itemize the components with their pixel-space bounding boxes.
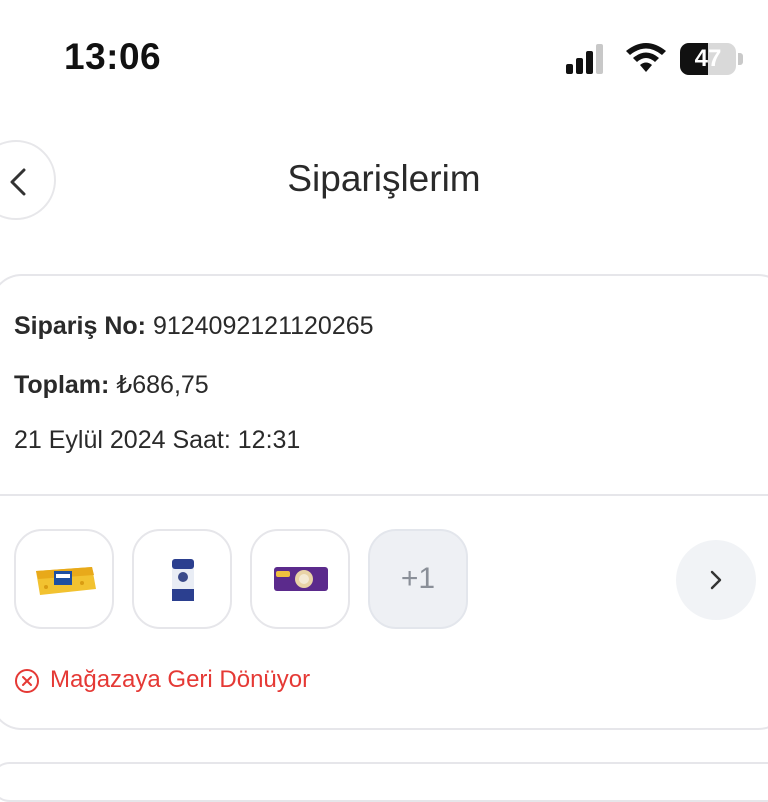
cellular-signal-icon <box>566 44 603 74</box>
order-number: Sipariş No: 9124092121120265 <box>14 312 374 341</box>
cancel-circle-icon <box>15 669 39 693</box>
order-number-value: 9124092121120265 <box>152 312 374 340</box>
next-order-card[interactable] <box>0 762 768 802</box>
chevron-right-icon <box>710 570 722 590</box>
battery-percent: 47 <box>694 45 722 72</box>
order-total-label: Toplam: <box>14 371 110 399</box>
product-thumbnail-cheese[interactable] <box>14 529 114 629</box>
wifi-icon <box>626 43 666 72</box>
order-number-label: Sipariş No: <box>14 312 146 340</box>
flour-bag-product-image <box>172 559 194 601</box>
cheese-product-image <box>36 567 96 595</box>
order-details-button[interactable] <box>676 540 756 620</box>
order-total-value: ₺686,75 <box>116 371 209 399</box>
more-items-count: +1 <box>400 562 436 595</box>
order-status-text: Mağazaya Geri Dönüyor <box>50 666 311 693</box>
battery-icon: 47 <box>680 43 744 75</box>
clock: 13:06 <box>64 36 162 77</box>
status-bar: 13:06 47 <box>0 0 768 120</box>
product-thumbnail-flour[interactable] <box>132 529 232 629</box>
page-title: Siparişlerim <box>287 158 481 199</box>
divider <box>0 494 768 496</box>
more-items-thumbnail[interactable]: +1 <box>368 529 468 629</box>
product-thumbnail-biscuit[interactable] <box>250 529 350 629</box>
order-date: 21 Eylül 2024 Saat: 12:31 <box>14 426 301 454</box>
biscuit-pack-product-image <box>274 567 328 591</box>
order-total: Toplam: ₺686,75 <box>14 370 209 400</box>
order-card[interactable] <box>0 274 768 730</box>
